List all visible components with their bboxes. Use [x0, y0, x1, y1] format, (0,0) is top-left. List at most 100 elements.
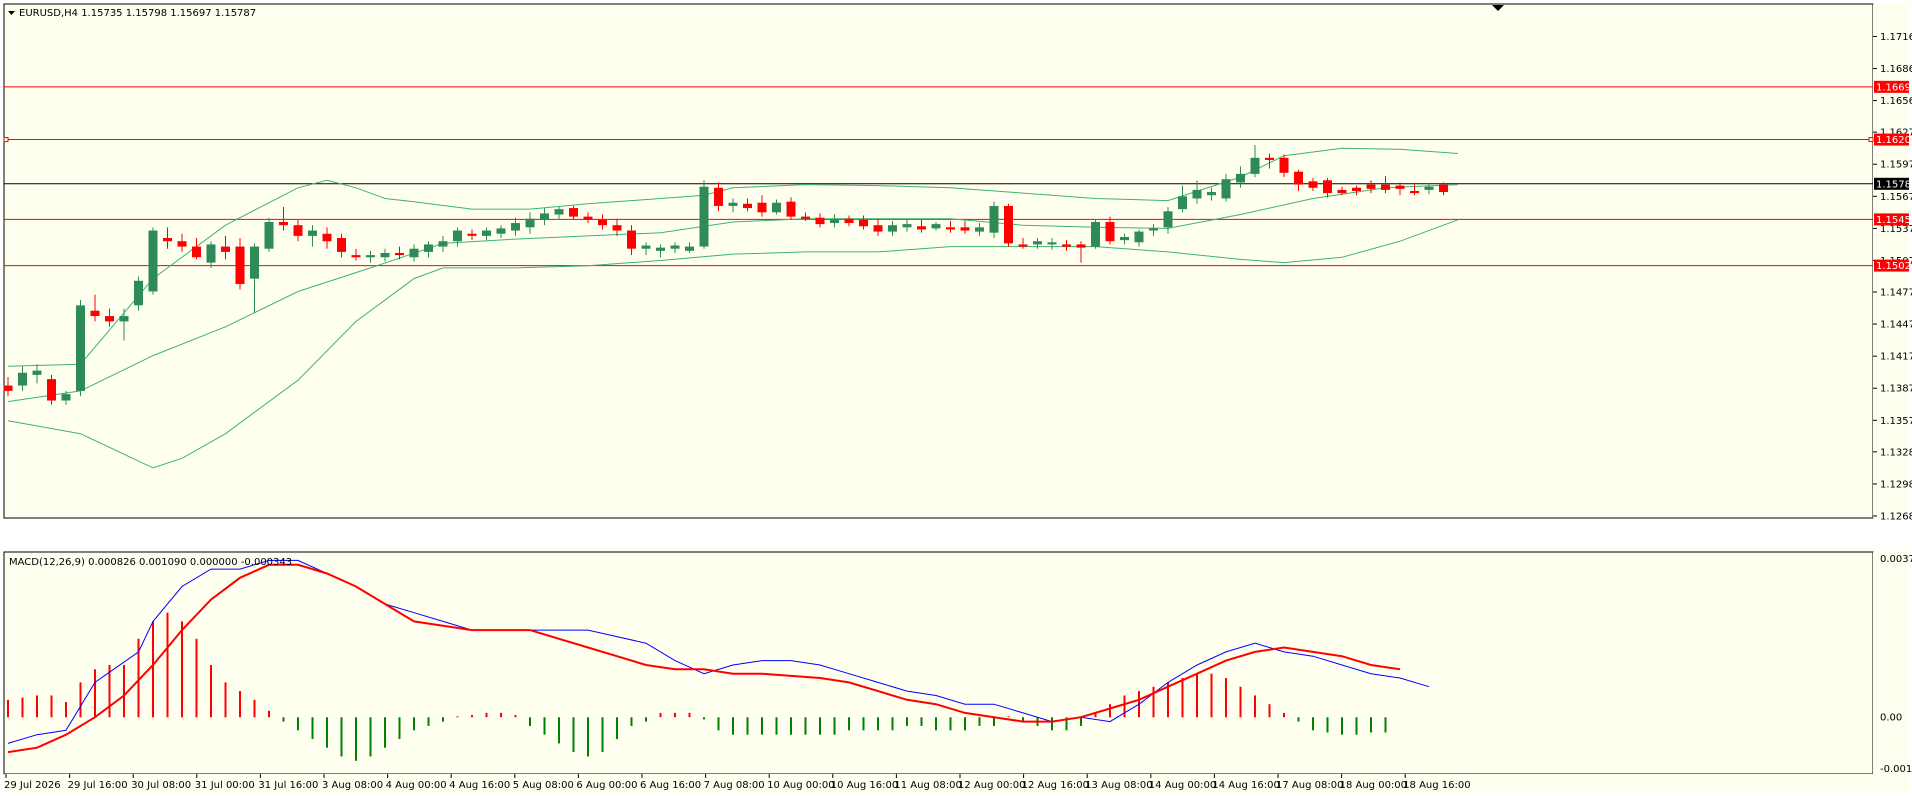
time-axis-label: 13 Aug 08:00 [1085, 780, 1152, 791]
candle-body [931, 224, 941, 229]
candle-body [670, 245, 680, 249]
time-axis-label: 29 Jul 16:00 [68, 780, 128, 791]
candle-body [786, 201, 796, 217]
candle-body [1279, 157, 1289, 173]
price-axis-label: 1.12980 [1880, 479, 1912, 490]
candle-body [1192, 189, 1202, 199]
candle-body [496, 228, 506, 234]
candle-body [743, 203, 752, 209]
time-axis-label: 14 Aug 16:00 [1212, 780, 1279, 791]
price-axis-label: 1.15970 [1880, 160, 1912, 171]
macd-axis-label: 0.00377 [1880, 554, 1912, 565]
level-marker-right [1868, 137, 1874, 143]
candle-body [308, 230, 317, 236]
candle-body [902, 224, 912, 228]
candle-body [873, 225, 883, 232]
level-price-tag-label: 1.16201 [1876, 135, 1912, 146]
symbol-info-text: EURUSD,H4 1.15735 1.15798 1.15697 1.1578… [19, 8, 256, 19]
trading-chart[interactable]: 1.171651.168651.165651.162701.159701.156… [0, 0, 1912, 796]
time-axis-label: 29 Jul 2026 [4, 780, 61, 791]
candle-body [32, 370, 42, 375]
candle-body [148, 230, 158, 292]
candle-body [728, 202, 738, 206]
candle-body [1308, 181, 1318, 188]
time-axis-label: 4 Aug 16:00 [449, 780, 510, 791]
candle-body [1120, 236, 1129, 241]
candle-body [1410, 190, 1419, 194]
price-axis-label: 1.14775 [1880, 288, 1912, 299]
candle-body [917, 226, 926, 230]
candle-body [134, 280, 143, 306]
candle-body [859, 219, 868, 227]
candle-body [888, 225, 897, 232]
candle-body [366, 255, 375, 258]
candle-body [699, 186, 709, 247]
candle-body [1062, 244, 1071, 247]
time-axis-label: 31 Jul 16:00 [258, 780, 318, 791]
time-axis-label: 31 Jul 00:00 [195, 780, 255, 791]
candle-body [1004, 205, 1013, 244]
time-axis-label: 17 Aug 08:00 [1276, 780, 1343, 791]
candle-body [1076, 244, 1086, 248]
candle-body [380, 252, 390, 258]
macd-pane-right-axis [1873, 552, 1909, 774]
candle-body [177, 241, 187, 247]
candle-body [960, 227, 970, 231]
candle-body [3, 385, 13, 391]
candle-body [1381, 184, 1390, 190]
time-axis-label: 10 Aug 16:00 [831, 780, 898, 791]
candle-body [1265, 157, 1274, 160]
candle-body [946, 227, 955, 230]
candle-body [1018, 244, 1028, 247]
candle-body [685, 246, 694, 251]
candle-body [511, 223, 520, 231]
candle-body [192, 246, 201, 258]
candle-body [1439, 184, 1448, 193]
candle-body [989, 205, 999, 233]
candle-body [90, 310, 100, 317]
candle-body [1294, 171, 1303, 185]
candle-body [163, 238, 172, 242]
candle-body [293, 225, 303, 236]
candle-body [279, 221, 288, 226]
candle-body [482, 230, 491, 236]
candle-body [975, 227, 984, 232]
time-axis-label: 18 Aug 00:00 [1340, 780, 1407, 791]
candle-body [438, 241, 448, 247]
candle-body [1105, 221, 1115, 242]
price-axis-label: 1.16565 [1880, 96, 1912, 107]
candle-body [1163, 211, 1173, 228]
candle-body [815, 217, 825, 225]
candle-body [453, 230, 462, 242]
macd-info-text: MACD(12,26,9) 0.000826 0.001090 0.000000… [9, 557, 292, 568]
price-axis-label: 1.12680 [1880, 512, 1912, 523]
level-price-tag-label: 1.15022 [1876, 261, 1912, 272]
time-axis-label: 7 Aug 08:00 [704, 780, 765, 791]
candle-body [76, 305, 85, 391]
candle-body [583, 216, 593, 220]
price-axis-label: 1.14175 [1880, 352, 1912, 363]
candle-body [337, 238, 346, 252]
candle-body [424, 244, 433, 252]
candle-body [1134, 231, 1144, 243]
macd-axis-label: -0.00128 [1880, 764, 1912, 775]
candle-body [714, 187, 723, 206]
time-axis-label: 11 Aug 08:00 [894, 780, 961, 791]
candle-body [1352, 187, 1361, 191]
time-axis-label: 30 Jul 08:00 [131, 780, 191, 791]
candle-body [264, 221, 274, 249]
candle-body [1323, 180, 1332, 194]
candle-body [1337, 189, 1347, 194]
candle-body [1207, 192, 1216, 196]
time-axis-label: 10 Aug 00:00 [767, 780, 834, 791]
candle-body [1366, 184, 1376, 189]
price-axis-label: 1.13875 [1880, 384, 1912, 395]
candle-body [1424, 186, 1434, 190]
candle-body [569, 208, 578, 217]
level-price-tag-label: 1.16694 [1876, 82, 1912, 93]
candle-body [801, 216, 810, 219]
candle-body [757, 202, 767, 213]
time-axis-label: 6 Aug 00:00 [576, 780, 637, 791]
candle-body [322, 233, 332, 242]
main-pane-background [3, 3, 1874, 519]
